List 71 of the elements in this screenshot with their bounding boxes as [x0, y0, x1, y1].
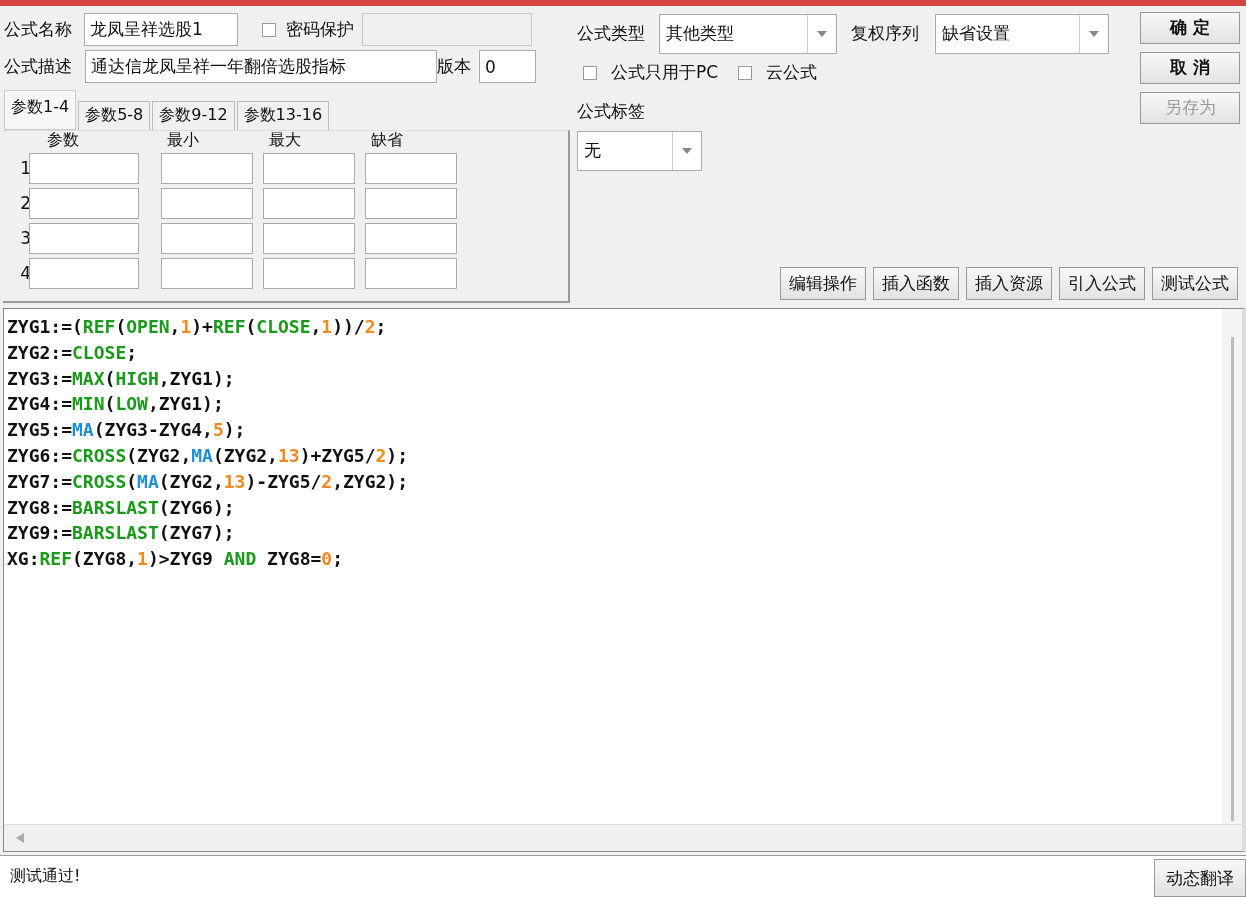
type-dropdown[interactable]: 其他类型: [659, 14, 837, 54]
code-line: ZYG7:=CROSS(MA(ZYG2,13)-ZYG5/2,ZYG2);: [7, 469, 409, 494]
param-field[interactable]: [365, 223, 457, 254]
checkbox[interactable]: [583, 66, 597, 80]
param-field[interactable]: [263, 223, 355, 254]
field-label: 公式描述: [4, 55, 72, 79]
param-field[interactable]: [29, 188, 139, 219]
code-line: ZYG3:=MAX(HIGH,ZYG1);: [7, 366, 235, 391]
tab[interactable]: 参数1-4: [4, 90, 77, 130]
param-field[interactable]: [161, 188, 253, 219]
column-header: 缺省: [370, 131, 404, 149]
code-line: ZYG6:=CROSS(ZYG2,MA(ZYG2,13)+ZYG5/2);: [7, 443, 409, 468]
checkbox[interactable]: [262, 23, 276, 37]
field-label: 公式类型: [577, 22, 645, 46]
checkbox-label: 公式只用于PC: [611, 61, 719, 85]
field-label: 公式名称: [4, 18, 72, 42]
code-line: ZYG2:=CLOSE;: [7, 340, 138, 365]
action-button[interactable]: 测试公式: [1152, 267, 1238, 300]
code-line: ZYG4:=MIN(LOW,ZYG1);: [7, 392, 224, 417]
caret-icon: [817, 31, 827, 37]
row-number: 1: [19, 158, 31, 179]
caret-icon: [1089, 31, 1099, 37]
param-field[interactable]: [365, 153, 457, 184]
column-header: 最小: [166, 131, 200, 149]
param-field[interactable]: [161, 153, 253, 184]
column-header: 参数: [46, 131, 80, 149]
field-label: 版本: [437, 55, 471, 79]
tab[interactable]: 参数13-16: [236, 101, 330, 130]
horizontal-scrollbar[interactable]: [4, 824, 1242, 851]
code-line: ZYG1:=(REF(OPEN,1)+REF(CLOSE,1))/2;: [7, 315, 387, 339]
dialog-button[interactable]: 确 定: [1140, 12, 1240, 44]
checkbox-label: 云公式: [766, 61, 818, 85]
param-field[interactable]: [263, 153, 355, 184]
param-field[interactable]: [263, 258, 355, 289]
code-line: ZYG8:=BARSLAST(ZYG6);: [7, 495, 235, 520]
param-field[interactable]: [365, 258, 457, 289]
row-number: 4: [19, 263, 31, 284]
version-field[interactable]: 0: [479, 50, 536, 84]
tag-dropdown[interactable]: 无: [577, 131, 702, 171]
param-field[interactable]: [29, 223, 139, 254]
field-label: 复权序列: [851, 22, 919, 46]
code-line: ZYG5:=MA(ZYG3-ZYG4,5);: [7, 418, 246, 443]
tab[interactable]: 参数9-12: [152, 101, 235, 130]
status-message: 测试通过!: [9, 865, 82, 887]
param-field[interactable]: [29, 258, 139, 289]
dialog-button[interactable]: 取 消: [1140, 52, 1240, 84]
action-button[interactable]: 引入公式: [1059, 267, 1145, 300]
checkbox-label: 密码保护: [286, 18, 354, 42]
checkbox[interactable]: [738, 66, 753, 80]
param-field[interactable]: [161, 258, 253, 289]
code-editor[interactable]: [3, 308, 1246, 852]
name-field[interactable]: 龙凤呈祥选股1: [84, 13, 238, 47]
code-line: XG:REF(ZYG8,1)>ZYG9 AND ZYG8=0;: [7, 547, 343, 572]
action-button[interactable]: 插入函数: [873, 267, 959, 300]
translate-button[interactable]: 动态翻译: [1154, 859, 1246, 897]
description-field[interactable]: 通达信龙凤呈祥一年翻倍选股指标: [85, 50, 437, 84]
action-button[interactable]: 插入资源: [966, 267, 1052, 300]
param-field[interactable]: [365, 188, 457, 219]
param-field[interactable]: [161, 223, 253, 254]
action-button[interactable]: 编辑操作: [780, 267, 866, 300]
param-field[interactable]: [29, 153, 139, 184]
param-field[interactable]: [263, 188, 355, 219]
column-header: 最大: [268, 131, 302, 149]
field-label: 公式标签: [577, 100, 646, 123]
tab[interactable]: 参数5-8: [78, 101, 151, 130]
caret-icon: [682, 148, 692, 154]
vertical-scrollbar[interactable]: [1222, 309, 1242, 825]
adjust-dropdown[interactable]: 缺省设置: [935, 14, 1109, 54]
row-number: 2: [19, 193, 31, 214]
code-line: ZYG9:=BARSLAST(ZYG7);: [7, 521, 235, 546]
left-arrow-icon[interactable]: [16, 833, 24, 843]
